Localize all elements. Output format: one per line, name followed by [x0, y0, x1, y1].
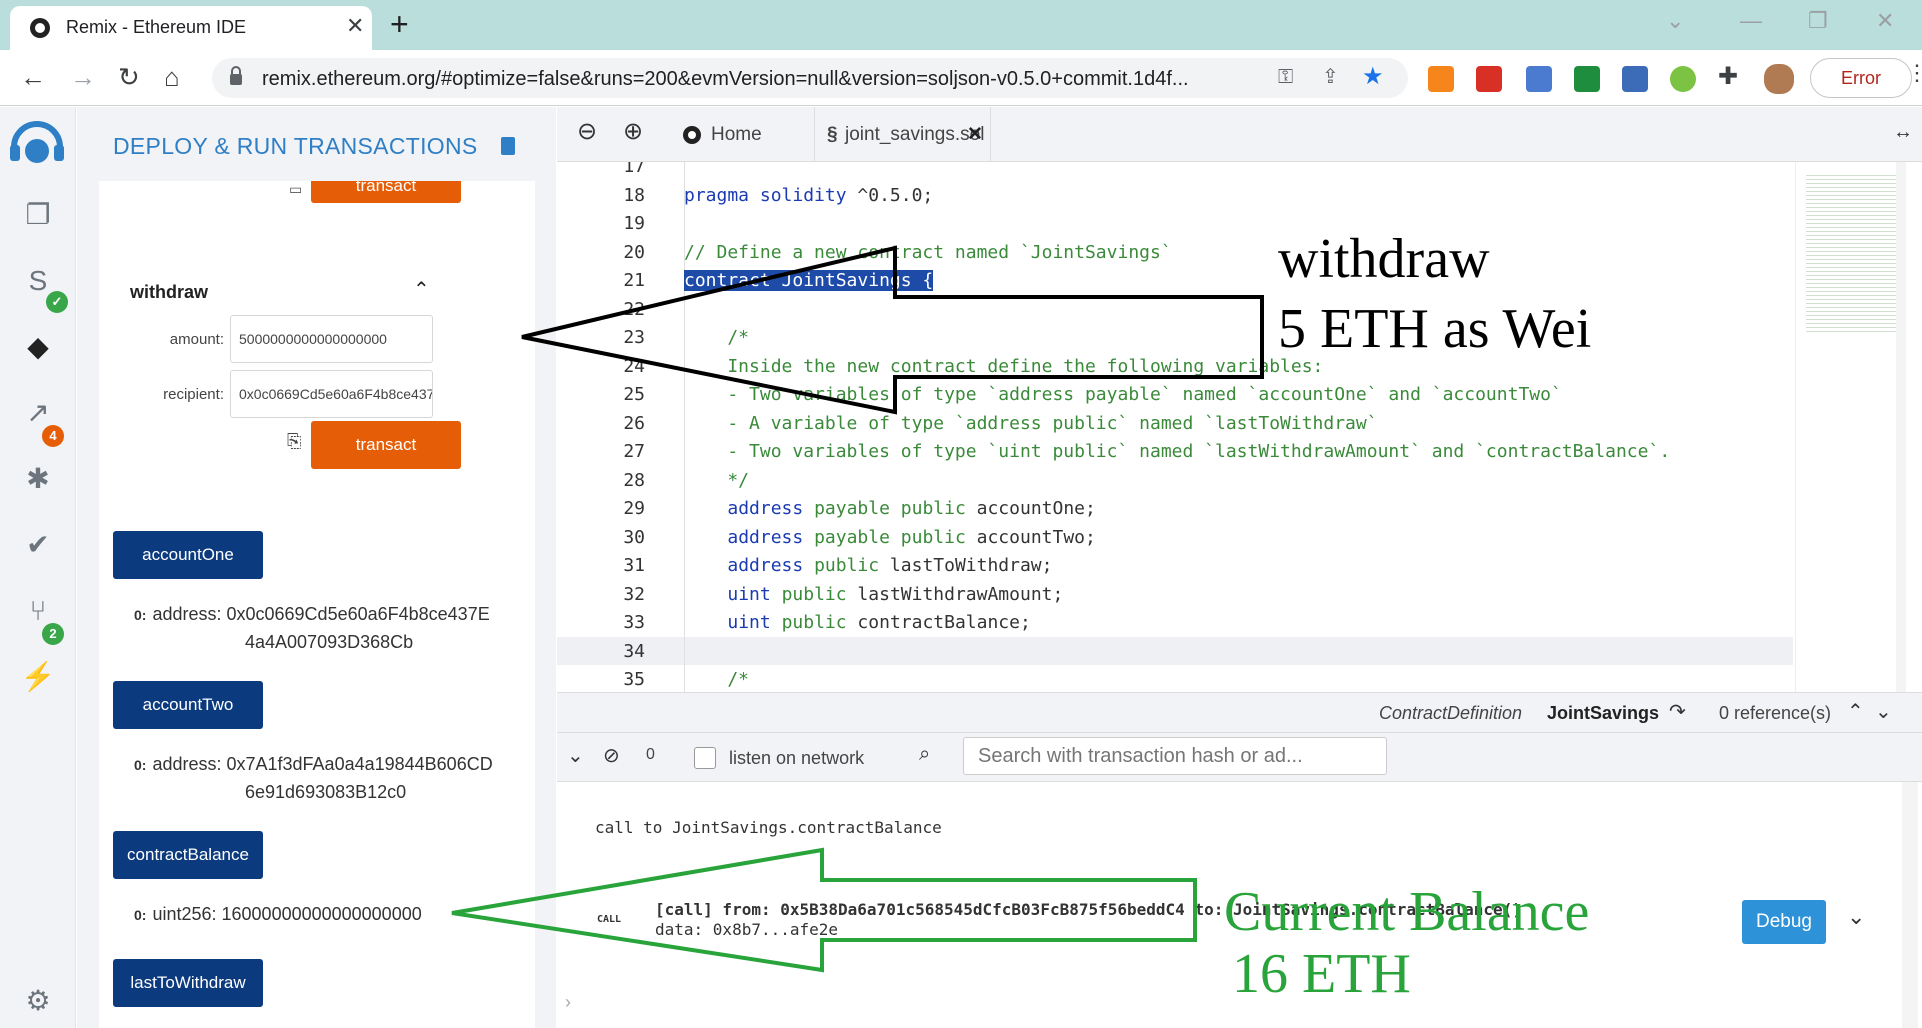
withdraw-annotation-title: withdraw: [1278, 228, 1490, 290]
balance-arrow-shape: [451, 847, 1197, 973]
withdraw-annotation-detail: 5 ETH as Wei: [1278, 298, 1592, 360]
balance-annotation-detail: 16 ETH: [1232, 943, 1411, 1005]
balance-annotation-title: Current Balance: [1224, 881, 1590, 943]
annotation-arrows: [451, 245, 1264, 973]
withdraw-arrow-shape: [521, 245, 1264, 415]
